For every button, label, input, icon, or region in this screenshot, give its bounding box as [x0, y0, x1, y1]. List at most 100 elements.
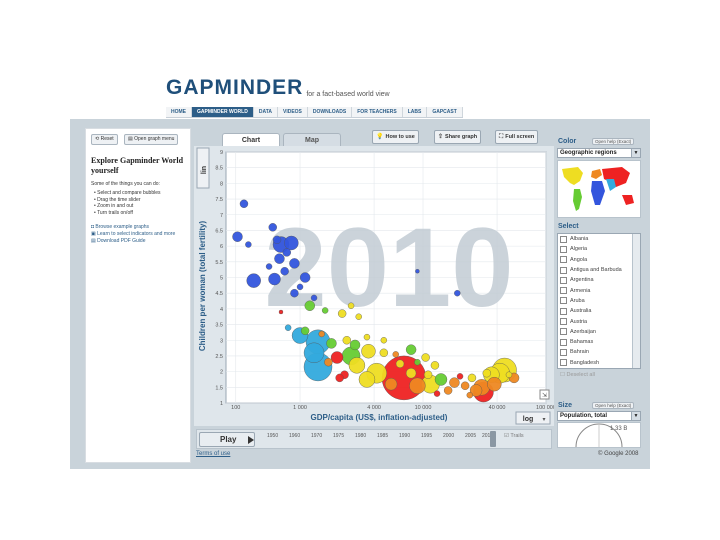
country-bubble[interactable] [355, 313, 362, 320]
country-bubble[interactable] [380, 337, 388, 344]
country-bubble[interactable] [405, 367, 417, 379]
list-item[interactable]: Angola [558, 255, 640, 265]
country-bubble[interactable] [409, 377, 426, 394]
open-graph-menu-button[interactable]: ▤ Open graph menu [124, 134, 179, 145]
list-item[interactable]: Algeria [558, 244, 640, 254]
country-bubble[interactable] [358, 371, 376, 388]
country-bubble[interactable] [392, 351, 399, 358]
list-item[interactable]: Aruba [558, 296, 640, 306]
country-bubble[interactable] [414, 359, 421, 366]
country-bubble[interactable] [421, 353, 430, 362]
country-bubble[interactable] [335, 373, 344, 383]
nav-downloads[interactable]: DOWNLOADS [308, 107, 353, 117]
checkbox[interactable] [560, 297, 567, 305]
country-bubble[interactable] [395, 359, 405, 368]
checkbox[interactable] [560, 328, 567, 336]
bubble-chart[interactable]: 2010 9 8.5 8 7.5 7 6.5 6 5.5 5 4.5 4 3.5 3 2.5 2 1.5 1 1… [194, 146, 554, 426]
country-bubble[interactable] [310, 294, 318, 302]
country-bubble[interactable] [284, 235, 299, 251]
checkbox[interactable] [560, 245, 567, 253]
country-bubble[interactable] [284, 324, 292, 331]
color-help-button[interactable]: Open help (Exact) [592, 138, 635, 145]
y-axis-label[interactable]: Children per woman (total fertility) [198, 221, 207, 352]
country-bubble[interactable] [274, 253, 285, 264]
time-slider-handle[interactable] [490, 431, 496, 447]
country-bubble[interactable] [430, 361, 440, 370]
country-bubble[interactable] [318, 330, 325, 338]
country-bubble[interactable] [272, 235, 282, 245]
country-bubble[interactable] [342, 336, 351, 345]
nav-labs[interactable]: LABS [403, 107, 428, 117]
country-bubble[interactable] [454, 289, 461, 297]
list-item[interactable]: Armenia [558, 285, 640, 295]
country-bubble[interactable] [348, 357, 366, 374]
country-bubble[interactable] [434, 373, 448, 386]
play-button[interactable]: Play [199, 432, 255, 447]
country-bubble[interactable] [433, 390, 441, 397]
country-bubble[interactable] [505, 371, 513, 378]
trails-toggle[interactable]: ☑ Trails [504, 433, 524, 439]
gapminder-logo[interactable]: GAPMINDER for a fact-based world view [166, 77, 390, 98]
country-bubble[interactable] [268, 272, 281, 286]
full-screen-button[interactable]: ⛶ Full screen [495, 130, 539, 144]
learn-indicators-link[interactable]: ▣ Learn to select indicators and more [91, 231, 175, 238]
reset-button[interactable]: ⟲ Reset [91, 134, 118, 145]
country-bubble[interactable] [347, 302, 355, 309]
nav-gapcast[interactable]: GAPCAST [427, 107, 463, 117]
country-bubble[interactable] [324, 358, 333, 367]
checkbox[interactable] [560, 256, 567, 264]
checkbox[interactable] [560, 235, 567, 243]
checkbox[interactable] [560, 307, 567, 315]
share-graph-button[interactable]: ⇪ Share graph [434, 130, 482, 144]
country-bubble[interactable] [384, 377, 398, 391]
nav-videos[interactable]: VIDEOS [278, 107, 308, 117]
country-bubble[interactable] [246, 273, 261, 288]
country-bubble[interactable] [280, 267, 289, 276]
tab-chart[interactable]: Chart [222, 133, 280, 147]
checkbox[interactable] [560, 359, 567, 367]
country-bubble[interactable] [379, 348, 389, 358]
checkbox[interactable] [560, 276, 567, 284]
country-bubble[interactable] [304, 300, 315, 311]
nav-home[interactable]: HOME [166, 107, 192, 117]
browse-examples-link[interactable]: ◘ Browse example graphs [91, 224, 175, 231]
list-item[interactable]: Bangladesh [558, 358, 640, 368]
country-bubble[interactable] [278, 309, 284, 315]
list-item[interactable]: Albania [558, 234, 640, 244]
list-item[interactable]: Australia [558, 306, 640, 316]
country-bubble[interactable] [303, 342, 325, 364]
list-item[interactable]: Austria [558, 316, 640, 326]
download-guide-link[interactable]: ▤ Download PDF Guide [91, 238, 175, 245]
country-bubble[interactable] [239, 199, 249, 208]
country-bubble[interactable] [290, 288, 299, 298]
x-axis-label[interactable]: GDP/capita (US$, inflation-adjusted) [311, 413, 448, 422]
country-bubble[interactable] [456, 373, 464, 380]
checkbox[interactable] [560, 287, 567, 295]
country-bubble[interactable] [423, 370, 433, 379]
country-bubble[interactable] [467, 373, 477, 383]
country-bubble[interactable] [245, 241, 252, 248]
checkbox[interactable] [560, 266, 567, 274]
country-bubble[interactable] [363, 333, 371, 341]
size-help-button[interactable]: Open help (Exact) [592, 402, 635, 409]
country-bubble[interactable] [337, 309, 347, 318]
country-bubble[interactable] [268, 223, 277, 232]
country-bubble[interactable] [265, 263, 273, 270]
region-color-map[interactable] [557, 160, 641, 218]
country-bubble[interactable] [349, 339, 361, 351]
list-item[interactable]: Azerbaijan [558, 327, 640, 337]
country-bubble[interactable] [326, 338, 337, 349]
color-dropdown[interactable]: Geographic regions ▼ [557, 148, 641, 158]
deselect-all-button[interactable]: ☐ Deselect all [560, 372, 595, 378]
checkbox[interactable] [560, 338, 567, 346]
country-bubble[interactable] [330, 351, 344, 364]
country-bubble[interactable] [282, 248, 291, 257]
country-bubble[interactable] [443, 386, 453, 395]
country-bubble[interactable] [487, 376, 502, 392]
country-bubble[interactable] [449, 377, 460, 388]
checkbox[interactable] [560, 318, 567, 326]
list-item[interactable]: Bahrain [558, 347, 640, 357]
checkbox[interactable] [560, 348, 567, 356]
country-bubble[interactable] [299, 272, 311, 283]
country-bubble[interactable] [300, 326, 310, 336]
